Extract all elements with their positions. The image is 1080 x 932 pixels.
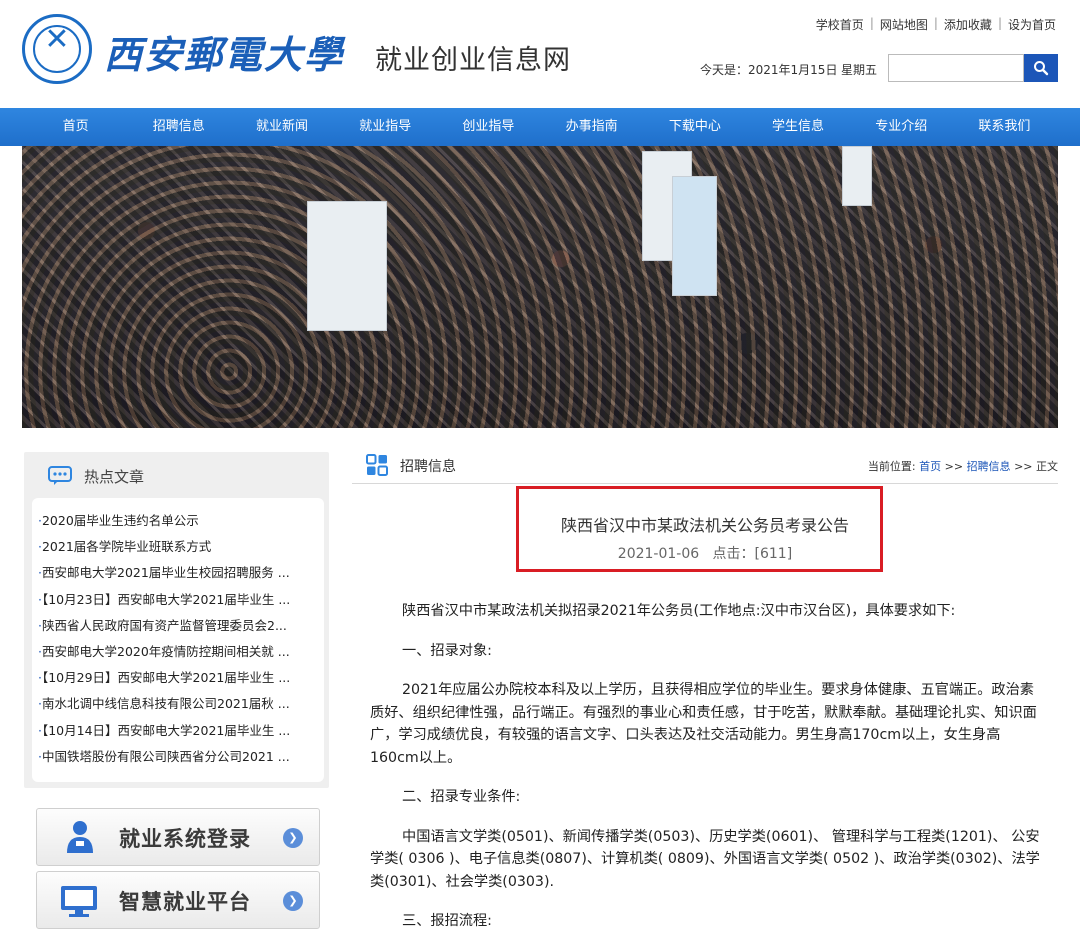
- sidebar: 热点文章 ·2020届毕业生违约名单公示 ·2021届各学院毕业班联系方式 ·西…: [24, 452, 329, 932]
- hot-articles-title: 热点文章: [84, 468, 145, 486]
- list-item[interactable]: ·【10月23日】西安邮电大学2021届毕业生 ...: [32, 587, 324, 613]
- job-fair-banner-image: [22, 146, 1058, 428]
- breadcrumb-section[interactable]: 招聘信息: [967, 460, 1011, 473]
- main-nav: 首页 招聘信息 就业新闻 就业指导 创业指导 办事指南 下载中心 学生信息 专业…: [0, 108, 1080, 146]
- nav-home[interactable]: 首页: [24, 108, 127, 146]
- article-body: 陕西省汉中市某政法机关拟招录2021年公务员(工作地点:汉中市汉台区)，具体要求…: [370, 600, 1044, 932]
- site-name: 就业创业信息网: [375, 45, 571, 76]
- list-item[interactable]: ·【10月14日】西安邮电大学2021届毕业生 ...: [32, 718, 324, 744]
- nav-majors[interactable]: 专业介绍: [850, 108, 953, 146]
- article-paragraph: 二、招录专业条件:: [402, 789, 521, 805]
- list-item[interactable]: ·南水北调中线信息科技有限公司2021届秋 ...: [32, 691, 324, 717]
- nav-recruitment[interactable]: 招聘信息: [127, 108, 230, 146]
- site-header: ✕ 西安郵電大學 就业创业信息网 学校首页 | 网站地图 | 添加收藏 | 设为…: [0, 0, 1080, 108]
- section-title: 招聘信息: [400, 459, 456, 475]
- nav-contact[interactable]: 联系我们: [953, 108, 1056, 146]
- article-meta: 2021-01-06 点击：[611]: [352, 543, 1058, 563]
- arrow-right-icon: ❯: [283, 891, 303, 911]
- arrow-right-icon: ❯: [283, 828, 303, 848]
- list-item[interactable]: ·西安邮电大学2020年疫情防控期间相关就 ...: [32, 639, 324, 665]
- employment-system-login-label: 就业系统登录: [119, 827, 251, 851]
- nav-downloads[interactable]: 下载中心: [643, 108, 746, 146]
- search-button[interactable]: [1024, 54, 1058, 82]
- search-icon: [1034, 61, 1049, 76]
- article-paragraph: 一、招录对象:: [402, 642, 492, 659]
- monitor-icon: [61, 886, 97, 917]
- article-paragraph: 2021年应届公办院校本科及以上学历，且获得相应学位的毕业生。要求身体健康、五官…: [370, 682, 1037, 766]
- smart-employment-platform-button[interactable]: 智慧就业平台 ❯: [36, 871, 320, 929]
- hot-articles-list: ·2020届毕业生违约名单公示 ·2021届各学院毕业班联系方式 ·西安邮电大学…: [32, 498, 324, 782]
- breadcrumb-current: 正文: [1036, 460, 1058, 473]
- article-date: 2021-01-06: [617, 546, 700, 562]
- school-name[interactable]: 西安郵電大學: [104, 24, 344, 79]
- list-item[interactable]: ·2020届毕业生违约名单公示: [32, 508, 324, 534]
- article-paragraph: 陕西省汉中市某政法机关拟招录2021年公务员(工作地点:汉中市汉台区)，具体要求…: [402, 603, 956, 619]
- article-paragraph: 三、报招流程:: [402, 913, 492, 929]
- list-item[interactable]: ·中国铁塔股份有限公司陕西省分公司2021 ...: [32, 744, 324, 770]
- chat-icon: [48, 466, 72, 485]
- list-item[interactable]: ·2021届各学院毕业班联系方式: [32, 534, 324, 560]
- top-link-set-homepage[interactable]: 设为首页: [1008, 16, 1056, 33]
- nav-employment-news[interactable]: 就业新闻: [230, 108, 333, 146]
- grid-icon: [366, 454, 388, 476]
- list-item[interactable]: ·西安邮电大学2021届毕业生校园招聘服务 ...: [32, 560, 324, 586]
- employment-system-login-button[interactable]: 就业系统登录 ❯: [36, 808, 320, 866]
- nav-employment-guidance[interactable]: 就业指导: [334, 108, 437, 146]
- breadcrumb: 当前位置: 首页 >> 招聘信息 >> 正文: [867, 460, 1058, 473]
- article-clicks: 点击：[611]: [712, 546, 793, 562]
- list-item[interactable]: ·陕西省人民政府国有资产监督管理委员会2...: [32, 613, 324, 639]
- user-icon: [67, 821, 93, 853]
- smart-employment-platform-label: 智慧就业平台: [119, 890, 251, 914]
- top-link-school-home[interactable]: 学校首页: [816, 16, 864, 33]
- hot-articles-panel: 热点文章 ·2020届毕业生违约名单公示 ·2021届各学院毕业班联系方式 ·西…: [24, 452, 329, 788]
- section-header: 招聘信息 当前位置: 首页 >> 招聘信息 >> 正文: [352, 446, 1058, 484]
- nav-student-info[interactable]: 学生信息: [746, 108, 849, 146]
- article-title: 陕西省汉中市某政法机关公务员考录公告: [560, 516, 849, 535]
- top-links: 学校首页 | 网站地图 | 添加收藏 | 设为首页: [815, 16, 1056, 33]
- search-input[interactable]: [888, 54, 1024, 82]
- weekday-text: 星期五: [841, 63, 878, 77]
- top-link-sitemap[interactable]: 网站地图: [880, 16, 928, 33]
- breadcrumb-home[interactable]: 首页: [919, 460, 941, 473]
- nav-entrepreneurship[interactable]: 创业指导: [437, 108, 540, 146]
- nav-service-guide[interactable]: 办事指南: [540, 108, 643, 146]
- list-item[interactable]: ·【10月29日】西安邮电大学2021届毕业生 ...: [32, 665, 324, 691]
- school-logo[interactable]: ✕: [22, 14, 92, 84]
- top-link-favorite[interactable]: 添加收藏: [944, 16, 992, 33]
- article-paragraph: 中国语言文学类(0501)、新闻传播学类(0503)、历史学类(0601)、 管…: [370, 828, 1040, 890]
- date-text: 今天是：2021年1月15日: [700, 63, 838, 77]
- article-main: 招聘信息 当前位置: 首页 >> 招聘信息 >> 正文 陕西省汉中市某政法机关公…: [352, 446, 1058, 932]
